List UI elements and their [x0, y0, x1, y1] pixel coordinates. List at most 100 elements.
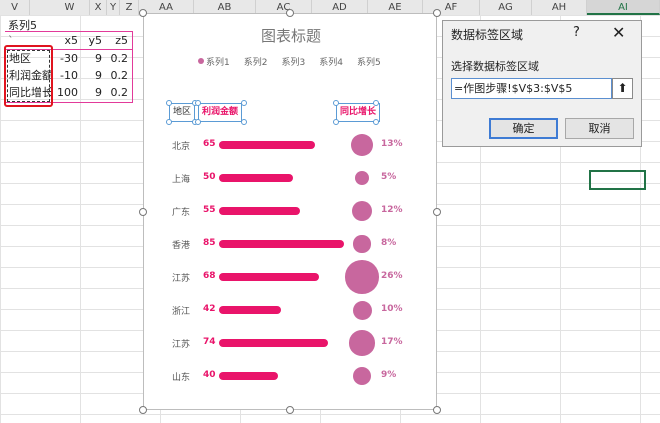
help-icon[interactable]: ? [573, 25, 580, 40]
column-header-ah[interactable]: AH [532, 0, 587, 15]
profit-bar[interactable] [219, 207, 300, 215]
category-label[interactable]: 香港 [172, 238, 190, 251]
close-icon[interactable]: ✕ [612, 23, 625, 42]
profit-data-label[interactable]: 40 [203, 370, 216, 380]
growth-data-label[interactable]: 26% [381, 271, 403, 281]
x5-cell[interactable]: -30 [56, 50, 78, 67]
column-header-ag[interactable]: AG [480, 0, 532, 15]
column-header-v[interactable]: V [0, 0, 30, 15]
range-input[interactable]: =作图步骤!$V$3:$V$5 [451, 78, 612, 99]
growth-bubble[interactable] [351, 134, 373, 156]
column-header-w[interactable]: W [50, 0, 90, 15]
profit-data-label[interactable]: 55 [203, 205, 216, 215]
active-cell[interactable] [589, 170, 646, 190]
category-label[interactable]: 广东 [172, 205, 190, 218]
growth-data-label[interactable]: 13% [381, 139, 403, 149]
profit-data-label[interactable]: 50 [203, 172, 216, 182]
category-label[interactable]: 山东 [172, 370, 190, 383]
column-header-ai[interactable]: AI [587, 0, 660, 15]
x5-cell[interactable]: -10 [56, 67, 78, 84]
marching-ants-selection [7, 50, 50, 102]
z5-cell[interactable]: 0.2 [106, 67, 129, 84]
label-handle[interactable] [333, 119, 339, 125]
resize-handle-top-left[interactable] [139, 9, 147, 17]
chart-title[interactable]: 图表标题 [144, 25, 438, 46]
legend-item[interactable]: 系列3 [281, 54, 305, 68]
resize-handle-left[interactable] [139, 208, 147, 216]
header-y5[interactable]: y5 [84, 32, 102, 49]
category-label[interactable]: 浙江 [172, 304, 190, 317]
column-header-z[interactable]: Z [120, 0, 139, 15]
z5-cell[interactable]: 0.2 [106, 50, 129, 67]
profit-header-label[interactable]: 利润金额 [198, 103, 243, 122]
profit-bar[interactable] [219, 339, 328, 347]
x5-cell[interactable]: 100 [56, 84, 78, 101]
legend-item[interactable]: 系列4 [319, 54, 343, 68]
profit-bar[interactable] [219, 372, 278, 380]
profit-bar[interactable] [219, 273, 319, 281]
profit-data-label[interactable]: 65 [203, 139, 216, 149]
ok-button[interactable]: 确定 [489, 118, 558, 139]
growth-data-label[interactable]: 9% [381, 370, 396, 380]
resize-handle-top[interactable] [286, 9, 294, 17]
profit-bar[interactable] [219, 240, 344, 248]
legend-item[interactable]: 系列2 [244, 54, 268, 68]
profit-bar[interactable] [219, 141, 315, 149]
header-z5[interactable]: z5 [106, 32, 128, 49]
column-header-x[interactable]: X [90, 0, 107, 15]
profit-bar[interactable] [219, 174, 293, 182]
resize-handle-bottom-left[interactable] [139, 406, 147, 414]
region-header-label[interactable]: 地区 [169, 103, 196, 122]
profit-bar[interactable] [219, 306, 281, 314]
legend-item[interactable]: 系列1 [198, 54, 230, 68]
growth-bubble[interactable] [352, 366, 372, 386]
resize-handle-bottom-right[interactable] [433, 406, 441, 414]
profit-data-label[interactable]: 85 [203, 238, 216, 248]
growth-data-label[interactable]: 17% [381, 337, 403, 347]
legend-item[interactable]: 系列5 [357, 54, 381, 68]
chart-area[interactable]: 图表标题 系列1 系列2 系列3 系列4 系列5 地区 利润金额 同比增长 北京 65 13… [143, 13, 437, 410]
column-header-y[interactable]: Y [107, 0, 120, 15]
collapse-dialog-icon[interactable]: ⬆ [612, 78, 633, 99]
y5-cell[interactable]: 9 [84, 50, 102, 67]
label-handle[interactable] [166, 119, 172, 125]
label-handle[interactable] [166, 100, 172, 106]
resize-handle-bottom[interactable] [286, 406, 294, 414]
category-label[interactable]: 上海 [172, 172, 190, 185]
category-label[interactable]: 江苏 [172, 337, 190, 350]
cancel-button[interactable]: 取消 [565, 118, 634, 139]
growth-bubble[interactable] [351, 200, 373, 222]
y5-cell[interactable]: 9 [84, 84, 102, 101]
growth-bubble[interactable] [349, 330, 375, 356]
growth-bubble[interactable] [354, 170, 370, 186]
header-x5[interactable]: x5 [56, 32, 78, 49]
growth-bubble[interactable] [345, 260, 379, 294]
table-border-right [132, 31, 133, 103]
label-handle[interactable] [195, 100, 201, 106]
label-handle[interactable] [373, 100, 379, 106]
category-label[interactable]: 北京 [172, 139, 190, 152]
chart-legend[interactable]: 系列1 系列2 系列3 系列4 系列5 [198, 54, 381, 68]
label-handle[interactable] [195, 119, 201, 125]
label-handle[interactable] [241, 119, 247, 125]
label-handle[interactable] [373, 119, 379, 125]
label-handle[interactable] [241, 100, 247, 106]
y5-cell[interactable]: 9 [84, 67, 102, 84]
growth-bubble[interactable] [352, 300, 372, 320]
growth-data-label[interactable]: 5% [381, 172, 396, 182]
legend-label: 系列4 [319, 57, 343, 68]
profit-data-label[interactable]: 68 [203, 271, 216, 281]
resize-handle-right[interactable] [433, 208, 441, 216]
resize-handle-top-right[interactable] [433, 9, 441, 17]
growth-bubble[interactable] [353, 235, 371, 253]
range-field-label: 选择数据标签区域 [451, 60, 539, 73]
label-handle[interactable] [333, 100, 339, 106]
legend-marker-icon [198, 58, 204, 64]
growth-data-label[interactable]: 12% [381, 205, 403, 215]
growth-data-label[interactable]: 8% [381, 238, 396, 248]
growth-data-label[interactable]: 10% [381, 304, 403, 314]
profit-data-label[interactable]: 74 [203, 337, 216, 347]
profit-data-label[interactable]: 42 [203, 304, 216, 314]
category-label[interactable]: 江苏 [172, 271, 190, 284]
z5-cell[interactable]: 0.2 [106, 84, 129, 101]
